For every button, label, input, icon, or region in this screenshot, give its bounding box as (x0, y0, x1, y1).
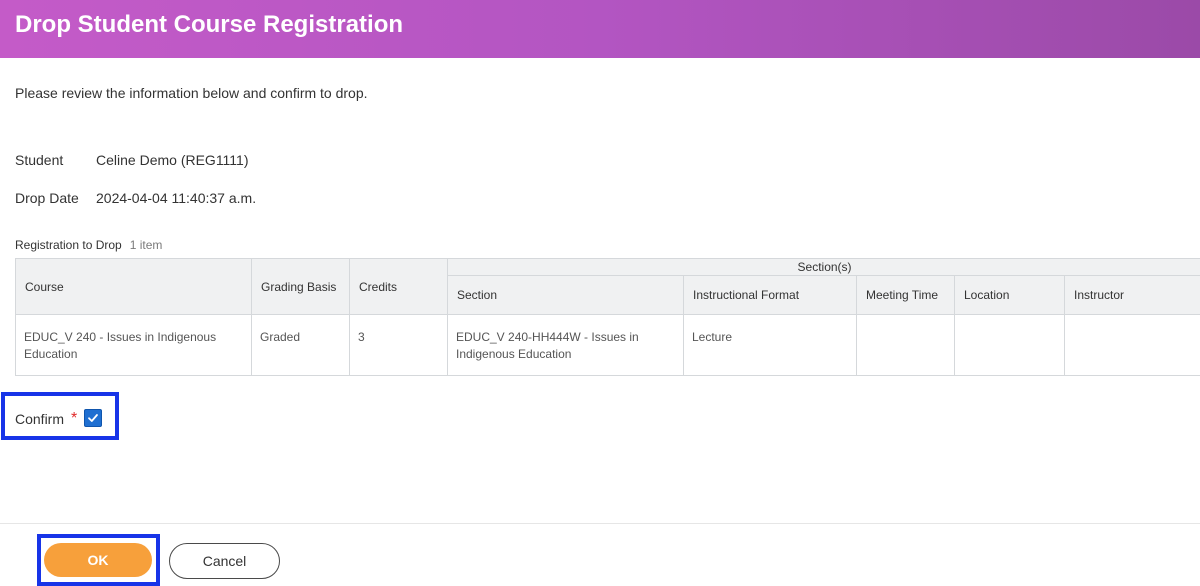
checkmark-icon (88, 414, 98, 422)
page-title: Drop Student Course Registration (15, 11, 404, 38)
column-header-section[interactable]: Section (447, 275, 684, 315)
cell-grading-basis: Graded (251, 314, 350, 376)
drop-date-value: 2024-04-04 11:40:37 a.m. (96, 190, 257, 206)
cancel-button[interactable]: Cancel (169, 543, 280, 579)
cell-instructor (1063, 314, 1200, 376)
drop-date-field: Drop Date 2024-04-04 11:40:37 a.m. (15, 189, 256, 207)
confirm-checkbox[interactable] (84, 409, 102, 427)
instructions-text: Please review the information below and … (15, 85, 368, 101)
cell-location (954, 314, 1065, 376)
student-field: Student Celine Demo (REG1111) (15, 151, 249, 169)
grid-item-count: 1 item (129, 238, 163, 252)
student-label: Student (15, 152, 64, 168)
cell-instructional-format: Lecture (683, 314, 857, 376)
table-row: EDUC_V 240 - Issues in Indigenous Educat… (15, 314, 1200, 376)
column-header-location[interactable]: Location (954, 275, 1065, 315)
column-header-course[interactable]: Course (15, 258, 252, 315)
required-asterisk: * (71, 410, 78, 427)
registration-grid: Course Grading Basis Credits Section(s) … (15, 258, 1200, 376)
column-header-meeting-time[interactable]: Meeting Time (856, 275, 955, 315)
column-header-credits[interactable]: Credits (349, 258, 448, 315)
column-header-instructor[interactable]: Instructor (1063, 275, 1200, 315)
column-header-grading-basis[interactable]: Grading Basis (251, 258, 350, 315)
sections-group-header: Section(s) (446, 258, 1200, 276)
cell-credits: 3 (349, 314, 448, 376)
cell-meeting-time (856, 314, 955, 376)
cell-course: EDUC_V 240 - Issues in Indigenous Educat… (15, 314, 252, 376)
drop-date-label: Drop Date (15, 190, 79, 206)
student-value: Celine Demo (REG1111) (96, 152, 249, 168)
page-header: Drop Student Course Registration (0, 0, 1200, 58)
footer-divider (0, 523, 1200, 524)
grid-title-label: Registration to Drop (15, 238, 122, 252)
ok-button[interactable]: OK (44, 543, 152, 577)
cell-section: EDUC_V 240-HH444W - Issues in Indigenous… (447, 314, 684, 376)
confirm-label: Confirm (15, 411, 65, 427)
grid-title: Registration to Drop 1 item (15, 237, 162, 253)
column-header-instructional-format[interactable]: Instructional Format (683, 275, 857, 315)
